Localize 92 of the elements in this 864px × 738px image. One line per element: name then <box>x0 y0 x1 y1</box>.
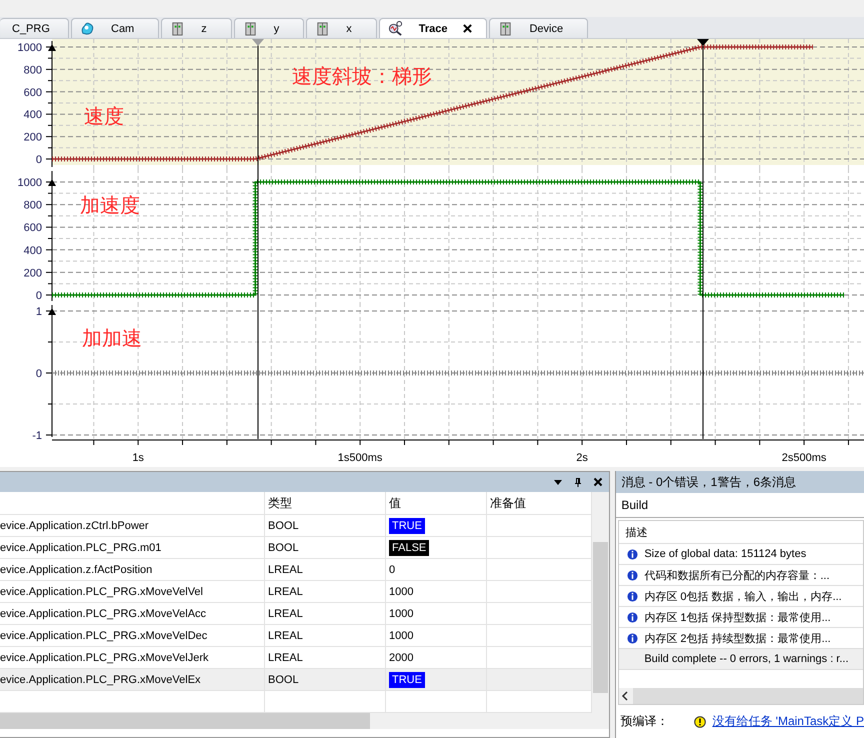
axis-label: 0 <box>36 368 42 380</box>
axis-label: 1000 <box>18 177 42 189</box>
scrollbar[interactable] <box>592 492 610 713</box>
table-cell: evice.Application.PLC_PRG.m01 <box>0 542 162 554</box>
table-cell: BOOL <box>268 542 299 554</box>
pin-icon[interactable] <box>573 477 584 487</box>
axis-label: 600 <box>24 222 42 234</box>
editor-tab[interactable]: Cam <box>71 18 160 38</box>
device-icon <box>242 21 258 36</box>
message-row[interactable]: Size of global data: 151124 bytes <box>619 544 863 565</box>
table-cell: evice.Application.z.fActPosition <box>0 564 152 576</box>
axis-label: 1s500ms <box>338 452 382 464</box>
editor-tab[interactable]: C_PRG <box>0 18 69 38</box>
table-cell: BOOL <box>268 520 299 532</box>
table-cell: 2000 <box>389 652 414 664</box>
table-cell: 1000 <box>389 586 414 598</box>
value-badge: TRUE <box>389 672 425 688</box>
axis-label: 2s <box>576 452 588 464</box>
magnifier-icon <box>388 21 403 36</box>
column-header[interactable]: 值 <box>386 492 487 514</box>
value-badge: FALSE <box>389 540 430 556</box>
table-cell: evice.Application.PLC_PRG.xMoveVelEx <box>0 674 201 686</box>
editor-tab[interactable]: x <box>306 18 377 38</box>
scrollbar[interactable] <box>619 688 863 704</box>
axis-label: 400 <box>24 244 42 257</box>
table-cell: 1000 <box>389 630 414 642</box>
editor-tab[interactable]: Trace <box>378 18 488 38</box>
device-icon <box>498 21 514 36</box>
message-row[interactable]: 内存区 0包括 数据，输入，输出，内存... <box>619 586 863 607</box>
watch-row[interactable]: evice.Application.PLC_PRG.xMoveVelVel LREAL 1000 <box>0 581 592 603</box>
table-cell: BOOL <box>268 674 299 686</box>
value-badge: TRUE <box>389 518 425 534</box>
axis-label: 800 <box>24 64 42 76</box>
watch-row[interactable]: evice.Application.PLC_PRG.xMoveVelEx BOOL TRUE <box>0 669 592 691</box>
table-cell: evice.Application.zCtrl.bPower <box>0 520 149 532</box>
message-row[interactable]: 代码和数据所有已分配的内存容量：... <box>619 565 863 586</box>
filter-dropdown[interactable]: Build <box>616 493 864 518</box>
scrollbar[interactable] <box>0 713 610 729</box>
info-icon <box>627 632 638 644</box>
axis-label: 1000 <box>18 42 42 54</box>
info-icon <box>627 590 638 602</box>
table-cell: 1000 <box>389 608 414 620</box>
axis-label: 400 <box>24 109 42 122</box>
message-row[interactable]: 内存区 1包括 保持型数据：最常使用... <box>619 607 863 628</box>
table-cell: evice.Application.PLC_PRG.xMoveVelJerk <box>0 652 208 664</box>
axis-label: 0 <box>36 154 42 166</box>
table-cell: LREAL <box>268 630 303 642</box>
panel-title: 消息 - 0个错误，1警告，6条消息 <box>616 471 864 493</box>
axis-label: 1 <box>36 306 42 318</box>
info-icon <box>627 570 638 580</box>
editor-tab[interactable]: z <box>161 18 232 38</box>
cursor-line[interactable] <box>697 39 709 439</box>
scroll-left-icon[interactable] <box>619 688 634 704</box>
column-header[interactable]: 描述 <box>619 521 863 544</box>
axis-label: 1s <box>132 452 144 464</box>
dropdown-icon[interactable] <box>553 477 564 487</box>
cam-icon <box>80 21 95 36</box>
device-icon <box>170 21 186 36</box>
axis-label: 800 <box>24 200 42 212</box>
axis-label: 0 <box>36 290 42 302</box>
close-icon[interactable] <box>463 24 472 33</box>
table-cell: evice.Application.PLC_PRG.xMoveVelDec <box>0 630 208 642</box>
table-cell: LREAL <box>268 564 303 576</box>
column-header[interactable]: 类型 <box>265 492 386 514</box>
table-cell: evice.Application.PLC_PRG.xMoveVelVel <box>0 586 203 598</box>
footer-label: 预编译： <box>620 713 668 730</box>
watch-row[interactable]: evice.Application.PLC_PRG.xMoveVelDec LREAL 1000 <box>0 625 592 647</box>
watch-row[interactable]: evice.Application.PLC_PRG.xMoveVelAcc LREAL 1000 <box>0 603 592 625</box>
axis-label: 200 <box>24 132 42 144</box>
info-icon <box>627 548 638 560</box>
series-label: 加加速 <box>82 328 142 350</box>
axis-label: 200 <box>24 267 42 280</box>
device-icon <box>315 21 330 36</box>
watch-row[interactable]: evice.Application.zCtrl.bPower BOOL TRUE <box>0 515 592 537</box>
watch-row[interactable]: evice.Application.z.fActPosition LREAL 0 <box>0 559 592 581</box>
table-cell: LREAL <box>268 586 303 598</box>
message-link[interactable]: 没有给任务 'MainTask定义 P <box>712 713 864 730</box>
warning-icon <box>694 716 706 728</box>
table-cell: evice.Application.PLC_PRG.xMoveVelAcc <box>0 608 206 620</box>
editor-tab[interactable]: Device <box>489 18 588 38</box>
axis-label: 600 <box>24 86 42 99</box>
watch-row[interactable]: evice.Application.PLC_PRG.m01 BOOL FALSE <box>0 537 592 559</box>
table-cell: LREAL <box>268 652 303 664</box>
cursor-line[interactable] <box>252 39 264 439</box>
editor-tab[interactable]: y <box>234 18 304 38</box>
table-cell: LREAL <box>268 608 303 620</box>
table-cell: 0 <box>389 564 396 576</box>
axis-label: -1 <box>32 430 42 442</box>
info-icon <box>627 612 638 622</box>
axis-label: 2s500ms <box>782 452 826 464</box>
close-icon[interactable] <box>593 477 604 487</box>
message-row[interactable]: Build complete -- 0 errors, 1 warnings : r... <box>619 649 863 670</box>
